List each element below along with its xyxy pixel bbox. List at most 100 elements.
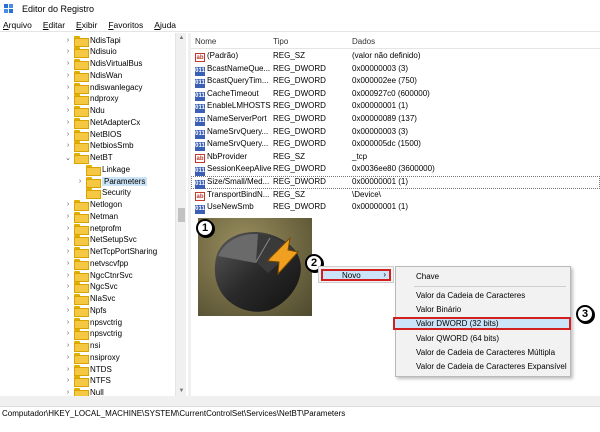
col-header-data[interactable]: Dados <box>352 37 375 46</box>
tree-node[interactable]: › npsvctrig <box>64 328 122 341</box>
tree-node[interactable]: › netvscvfpp <box>64 257 128 270</box>
menu-ajuda[interactable]: Ajuda <box>154 20 176 30</box>
scroll-down-icon[interactable]: ▼ <box>176 386 187 396</box>
tree-node[interactable]: › nsi <box>64 340 100 352</box>
expand-chevron-icon[interactable]: › <box>64 248 72 255</box>
tree-node[interactable]: › NetbiosSmb <box>64 140 134 153</box>
menu-item-binario[interactable]: Valor Binário <box>396 303 570 316</box>
tree-node[interactable]: › Netlogon <box>64 199 122 211</box>
tree-node[interactable]: Security <box>76 187 131 200</box>
value-data: 0x000002ee (750) <box>352 76 417 86</box>
list-row[interactable]: 011 BcastNameQue... REG_DWORD 0x00000003 (3… <box>191 63 600 76</box>
tree-node[interactable]: › NdisTapi <box>64 34 121 47</box>
folder-icon <box>74 141 89 153</box>
registry-tree[interactable]: › NdisTapi › Ndisuio › NdisVirtualBus › NdisWan… <box>0 33 188 396</box>
expand-chevron-icon[interactable]: › <box>64 295 72 302</box>
expand-chevron-icon[interactable]: ⌄ <box>64 154 72 162</box>
expand-chevron-icon[interactable]: › <box>64 131 72 138</box>
expand-chevron-icon[interactable]: › <box>64 272 72 279</box>
expand-chevron-icon[interactable]: › <box>64 236 72 243</box>
tree-node[interactable]: › NetAdapterCx <box>64 116 140 129</box>
tree-node[interactable]: › Npfs <box>64 304 107 317</box>
menu-editar[interactable]: Editar <box>43 20 65 30</box>
tree-node[interactable]: › Null <box>64 387 104 396</box>
tree-node[interactable]: › Ndu <box>64 105 105 117</box>
menu-item-chave[interactable]: Chave <box>396 270 570 283</box>
expand-chevron-icon[interactable]: › <box>64 283 72 290</box>
expand-chevron-icon[interactable]: › <box>64 119 72 126</box>
list-row[interactable]: ab (Padrão) REG_SZ (valor não definido) <box>191 50 600 63</box>
expand-chevron-icon[interactable]: › <box>64 377 72 384</box>
menu-arquivo[interactable]: Arquivo <box>3 20 32 30</box>
tree-node[interactable]: › ndiswanlegacy <box>64 81 142 94</box>
menu-favoritos[interactable]: Favoritos <box>108 20 143 30</box>
folder-icon <box>74 211 89 223</box>
expand-chevron-icon[interactable]: › <box>64 84 72 91</box>
expand-chevron-icon[interactable]: › <box>64 48 72 55</box>
list-row[interactable]: 011 CacheTimeout REG_DWORD 0x000927c0 (6000… <box>191 88 600 101</box>
list-row[interactable]: 011 NameServerPort REG_DWORD 0x00000089 (13… <box>191 113 600 126</box>
expand-chevron-icon[interactable]: › <box>64 260 72 267</box>
tree-node[interactable]: › NdisWan <box>64 69 122 82</box>
expand-chevron-icon[interactable]: › <box>64 225 72 232</box>
horizontal-scrollbar[interactable] <box>0 396 600 406</box>
list-row[interactable]: 011 NameSrvQuery... REG_DWORD 0x000005dc (1… <box>191 138 600 152</box>
list-row[interactable]: 011 EnableLMHOSTS REG_DWORD 0x00000001 (1) <box>191 100 600 114</box>
tree-node[interactable]: › NgcSvc <box>64 281 118 294</box>
tree-node[interactable]: › NlaSvc <box>64 293 115 305</box>
expand-chevron-icon[interactable]: › <box>76 178 84 185</box>
tree-node[interactable]: › NgcCtnrSvc <box>64 269 133 282</box>
tree-node[interactable]: › NTFS <box>64 375 111 388</box>
list-row[interactable]: 011 Size/Small/Med... REG_DWORD 0x00000001 … <box>191 176 600 189</box>
list-row[interactable]: 011 UseNewSmb REG_DWORD 0x00000001 (1) <box>191 201 600 215</box>
tree-node[interactable]: › Netman <box>64 210 118 223</box>
menu-item-dword[interactable]: Valor DWORD (32 bits) <box>393 317 571 330</box>
expand-chevron-icon[interactable]: › <box>64 142 72 149</box>
scrollbar-thumb[interactable] <box>178 208 185 222</box>
tree-node[interactable]: › NetBIOS <box>64 128 122 141</box>
menu-item-expansivel[interactable]: Valor de Cadeia de Caracteres Expansível <box>396 360 570 373</box>
tree-node[interactable]: › Parameters <box>76 175 148 188</box>
menu-item-multipla[interactable]: Valor de Cadeia de Caracteres Múltipla <box>396 346 570 359</box>
expand-chevron-icon[interactable]: › <box>64 213 72 220</box>
list-row[interactable]: ab TransportBindN... REG_SZ \Device\ <box>191 189 600 202</box>
tree-node[interactable]: › ndproxy <box>64 93 118 106</box>
tree-node[interactable]: › NTDS <box>64 363 112 376</box>
expand-chevron-icon[interactable]: › <box>64 72 72 79</box>
tree-node[interactable]: › NetTcpPortSharing <box>64 246 157 258</box>
tree-node-label: netprofm <box>90 223 122 233</box>
expand-chevron-icon[interactable]: › <box>64 330 72 337</box>
expand-chevron-icon[interactable]: › <box>64 60 72 67</box>
list-row[interactable]: 011 NameSrvQuery... REG_DWORD 0x00000003 (3… <box>191 126 600 139</box>
tree-node[interactable]: › netprofm <box>64 222 122 235</box>
scroll-up-icon[interactable]: ▲ <box>176 33 187 43</box>
tree-node[interactable]: › Ndisuio <box>64 46 117 59</box>
expand-chevron-icon[interactable]: › <box>64 201 72 208</box>
list-row[interactable]: ab NbProvider REG_SZ _tcp <box>191 151 600 164</box>
menu-item-novo[interactable]: Novo › <box>321 269 391 281</box>
expand-chevron-icon[interactable]: › <box>64 366 72 373</box>
menu-item-cadeia[interactable]: Valor da Cadeia de Caracteres <box>396 289 570 302</box>
tree-node[interactable]: › nsiproxy <box>64 351 120 364</box>
expand-chevron-icon[interactable]: › <box>64 107 72 114</box>
expand-chevron-icon[interactable]: › <box>64 37 72 44</box>
list-row[interactable]: 011 BcastQueryTim... REG_DWORD 0x000002ee (… <box>191 75 600 89</box>
tree-node[interactable]: Linkage <box>76 163 130 176</box>
tree-node[interactable]: › NetSetupSvc <box>64 234 137 247</box>
expand-chevron-icon[interactable]: › <box>64 307 72 314</box>
expand-chevron-icon[interactable]: › <box>64 95 72 102</box>
tree-node[interactable]: › npsvctrig <box>64 316 122 329</box>
tree-scrollbar[interactable]: ▲ ▼ <box>175 33 186 396</box>
expand-chevron-icon[interactable]: › <box>64 354 72 361</box>
tree-node[interactable]: ⌄ NetBT <box>64 152 113 164</box>
tree-node-label: Npfs <box>90 305 107 315</box>
menu-item-qword[interactable]: Valor QWORD (64 bits) <box>396 332 570 345</box>
tree-node[interactable]: › NdisVirtualBus <box>64 58 142 70</box>
menu-exibir[interactable]: Exibir <box>76 20 97 30</box>
list-row[interactable]: 011 SessionKeepAlive REG_DWORD 0x0036ee80 (… <box>191 163 600 177</box>
expand-chevron-icon[interactable]: › <box>64 319 72 326</box>
col-header-name[interactable]: Nome <box>195 37 216 46</box>
expand-chevron-icon[interactable]: › <box>64 342 72 349</box>
col-header-type[interactable]: Tipo <box>273 37 288 46</box>
expand-chevron-icon[interactable]: › <box>64 389 72 396</box>
